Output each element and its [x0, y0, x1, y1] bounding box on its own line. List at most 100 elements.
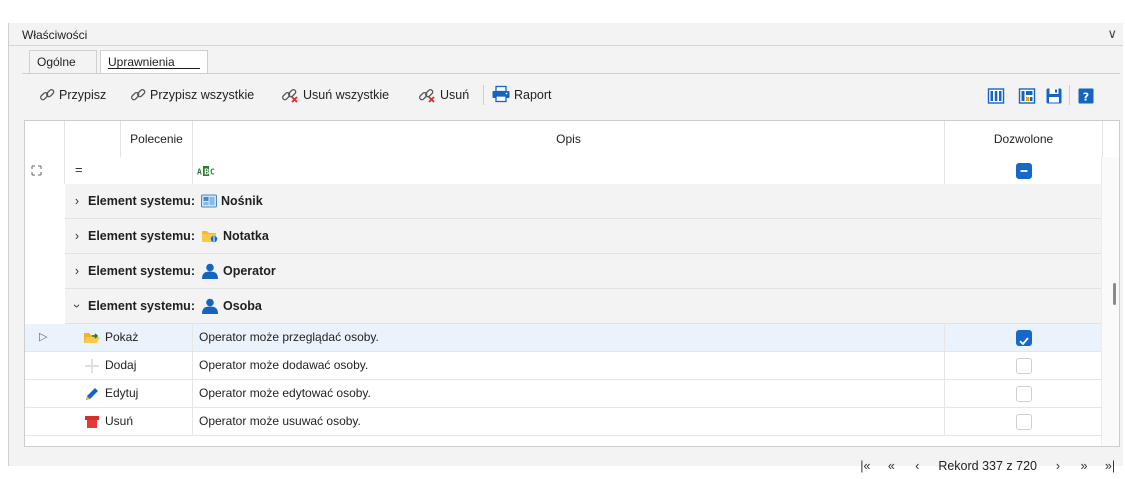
svg-text:A: A: [197, 168, 202, 177]
report-label: Raport: [514, 88, 552, 102]
text-filter-icon: ABC: [196, 165, 216, 180]
table-row[interactable]: ▷ Pokaż Operator może przeglądać osoby.: [25, 324, 1103, 352]
tab-permissions-label: Uprawnienia: [108, 55, 175, 69]
group-row-operator[interactable]: › Element systemu: Operator: [65, 254, 1103, 289]
group-prefix: Element systemu:: [88, 229, 195, 243]
save-layout-icon[interactable]: [1045, 87, 1063, 105]
vertical-scrollbar[interactable]: [1101, 157, 1119, 446]
cell-description: Operator może usuwać osoby.: [193, 408, 945, 435]
record-pager: |« « ‹ Rekord 337 z 720 › » »|: [823, 453, 1123, 479]
assign-button[interactable]: Przypisz: [38, 83, 106, 107]
column-header-description[interactable]: Opis: [193, 121, 945, 157]
remove-all-button[interactable]: Usuń wszystkie: [280, 83, 389, 107]
tab-divider: [22, 73, 1120, 74]
remove-button[interactable]: Usuń: [417, 83, 469, 107]
help-icon[interactable]: ?: [1077, 87, 1095, 105]
filter-allowed-checkbox[interactable]: [1015, 162, 1032, 179]
remove-all-label: Usuń wszystkie: [303, 88, 390, 102]
report-button[interactable]: Raport: [491, 83, 552, 107]
filter-description-cell[interactable]: ABC: [193, 157, 945, 184]
delete-icon: [83, 413, 101, 440]
unlink-icon: [417, 86, 437, 104]
chevron-right-icon[interactable]: ›: [70, 264, 84, 278]
group-name: Operator: [222, 264, 276, 278]
row-indicator: ▷: [25, 324, 65, 351]
remove-label: Usuń: [440, 88, 470, 102]
media-icon: [200, 194, 217, 208]
group-name: Notatka: [222, 229, 269, 243]
previous-page-icon[interactable]: «: [878, 459, 904, 473]
column-header-command[interactable]: Polecenie: [121, 121, 193, 157]
cell-command[interactable]: Pokaż: [83, 324, 193, 351]
assign-label: Przypisz: [59, 88, 107, 102]
row-indicator: [25, 380, 65, 407]
link-icon: [129, 86, 147, 104]
row-indicator: [25, 408, 65, 435]
svg-text:B: B: [204, 168, 209, 177]
scrollbar-thumb[interactable]: [1113, 283, 1116, 305]
filter-allowed-cell[interactable]: [945, 157, 1103, 184]
last-record-icon[interactable]: »|: [1097, 459, 1123, 473]
unlink-icon: [280, 86, 300, 104]
chevron-right-icon[interactable]: ›: [70, 194, 84, 208]
cell-allowed[interactable]: [945, 408, 1103, 435]
properties-panel: Właściwości ∨ Ogólne Uprawnienia Przypis…: [8, 23, 1123, 473]
chevron-right-icon[interactable]: ›: [70, 229, 84, 243]
grid-header: Polecenie Opis Dozwolone: [25, 121, 1103, 158]
cell-allowed[interactable]: [945, 380, 1103, 407]
permissions-grid: Polecenie Opis Dozwolone = ABC › Element…: [24, 120, 1120, 447]
cell-description: Operator może edytować osoby.: [193, 380, 945, 407]
allowed-checkbox[interactable]: [1015, 385, 1032, 402]
tab-general[interactable]: Ogólne: [29, 50, 97, 73]
link-icon: [38, 86, 56, 104]
group-row-nosnik[interactable]: › Element systemu: Nośnik: [65, 184, 1103, 219]
cell-command[interactable]: Dodaj: [83, 352, 193, 379]
cell-command[interactable]: Edytuj: [83, 380, 193, 407]
table-row[interactable]: Usuń Operator może usuwać osoby.: [25, 408, 1103, 436]
command-label: Pokaż: [105, 330, 139, 344]
panel-title: Właściwości: [22, 28, 88, 42]
allowed-checkbox[interactable]: [1015, 329, 1032, 346]
cell-description: Operator może dodawać osoby.: [193, 352, 945, 379]
person-icon: [201, 298, 219, 314]
group-name: Nośnik: [220, 194, 263, 208]
cell-allowed[interactable]: [945, 352, 1103, 379]
filter-row: = ABC: [25, 157, 1103, 185]
assign-all-label: Przypisz wszystkie: [150, 88, 255, 102]
chevron-down-icon[interactable]: ∨: [1107, 26, 1117, 42]
filter-operator[interactable]: =: [75, 162, 83, 177]
printer-icon: [491, 85, 511, 106]
next-page-icon[interactable]: »: [1071, 459, 1097, 473]
cell-allowed[interactable]: [945, 324, 1103, 351]
assign-all-button[interactable]: Przypisz wszystkie: [129, 83, 254, 107]
column-header-allowed[interactable]: Dozwolone: [945, 121, 1103, 157]
tab-permissions[interactable]: Uprawnienia: [100, 50, 208, 74]
group-prefix: Element systemu:: [88, 194, 195, 208]
panel-header[interactable]: Właściwości ∨: [9, 23, 1123, 46]
operator-icon: [201, 263, 219, 279]
group-row-notatka[interactable]: › Element systemu: Notatka: [65, 219, 1103, 254]
cell-command[interactable]: Usuń: [83, 408, 193, 435]
first-record-icon[interactable]: |«: [852, 459, 878, 473]
command-label: Usuń: [105, 414, 134, 428]
allowed-checkbox[interactable]: [1015, 357, 1032, 374]
group-row-osoba[interactable]: › Element systemu: Osoba: [65, 289, 1103, 324]
svg-text:?: ?: [1083, 91, 1089, 104]
toolbar-separator: [483, 85, 484, 105]
previous-record-icon[interactable]: ‹: [904, 459, 930, 473]
chevron-down-icon[interactable]: ›: [70, 299, 84, 313]
allowed-checkbox[interactable]: [1015, 413, 1032, 430]
row-pointer-icon: ▷: [39, 331, 48, 343]
columns-icon[interactable]: [987, 87, 1005, 105]
table-row[interactable]: Edytuj Operator może edytować osoby.: [25, 380, 1103, 408]
command-label: Dodaj: [105, 358, 137, 372]
group-prefix: Element systemu:: [88, 299, 195, 313]
note-icon: [201, 228, 219, 244]
layout-icon[interactable]: [1018, 87, 1036, 105]
next-record-icon[interactable]: ›: [1045, 459, 1071, 473]
row-indicator: [25, 352, 65, 379]
table-row[interactable]: Dodaj Operator może dodawać osoby.: [25, 352, 1103, 380]
group-name: Osoba: [222, 299, 262, 313]
filter-command-cell[interactable]: =: [65, 157, 193, 184]
expand-all-icon[interactable]: [25, 157, 65, 184]
